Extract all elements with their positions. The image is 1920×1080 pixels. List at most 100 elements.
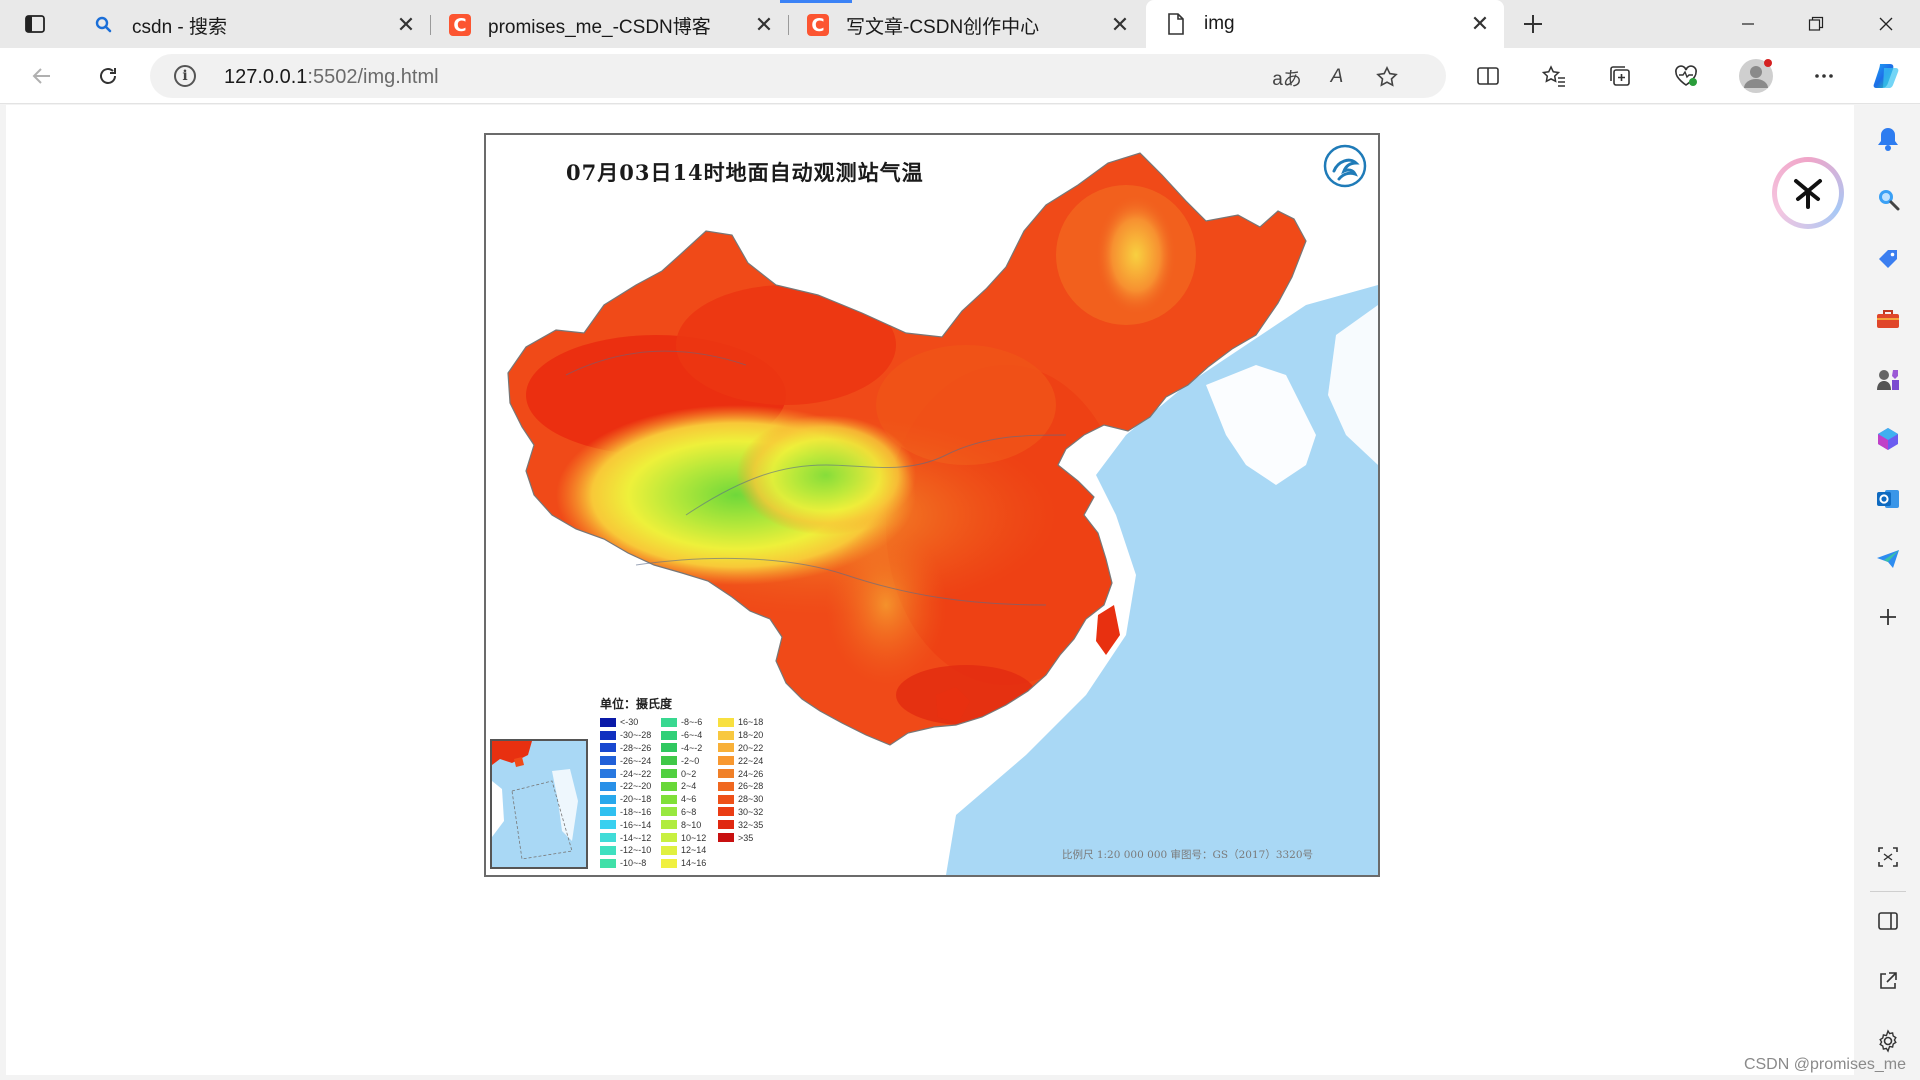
screenshot-icon[interactable] xyxy=(1874,843,1902,871)
legend-label: 22~24 xyxy=(738,755,764,766)
search-sidebar-icon[interactable] xyxy=(1874,185,1902,213)
legend-swatch xyxy=(661,743,677,753)
browser-essentials-button[interactable] xyxy=(1668,58,1704,94)
url-text[interactable]: 127.0.0.1:5502/img.html xyxy=(224,66,439,89)
favorite-star-icon[interactable] xyxy=(1372,62,1402,92)
tab-actions-menu-button[interactable] xyxy=(16,8,54,40)
tab-csdn-search[interactable]: csdn - 搜索 ✕ xyxy=(74,6,431,44)
add-sidebar-app-button[interactable] xyxy=(1874,603,1902,631)
tools-briefcase-icon[interactable] xyxy=(1874,305,1902,333)
legend-title: 单位：摄氏度 xyxy=(600,697,673,711)
csdn-watermark: CSDN @promises_me xyxy=(1743,1056,1906,1073)
tab-close-icon[interactable]: ✕ xyxy=(1108,12,1132,37)
legend-swatch xyxy=(661,820,677,830)
legend-swatch xyxy=(718,833,734,843)
legend-swatch xyxy=(600,794,616,804)
back-button[interactable] xyxy=(24,58,60,94)
sidebar-layout-icon[interactable] xyxy=(1874,907,1902,935)
refresh-button[interactable] xyxy=(90,58,126,94)
notifications-bell-icon[interactable] xyxy=(1874,125,1902,153)
legend-item: -4~-2 xyxy=(661,742,718,755)
legend-label: 8~10 xyxy=(681,819,702,830)
legend-item: 20~22 xyxy=(718,742,775,755)
legend-label: 6~8 xyxy=(681,806,697,817)
legend-item: 24~26 xyxy=(718,767,775,780)
legend-swatch xyxy=(661,807,677,817)
assistant-logo-icon xyxy=(1794,179,1822,209)
legend-item: 8~10 xyxy=(661,818,718,831)
legend-label: 26~28 xyxy=(738,781,764,792)
restore-button[interactable] xyxy=(1782,0,1850,48)
sidebar-divider xyxy=(1870,891,1906,892)
cma-logo-icon xyxy=(1322,143,1368,189)
legend-item: 14~16 xyxy=(661,857,718,870)
address-bar[interactable]: i 127.0.0.1:5502/img.html aあ A xyxy=(150,54,1446,98)
plus-icon xyxy=(1524,15,1542,33)
legend-swatch xyxy=(600,717,616,727)
tab-close-icon[interactable]: ✕ xyxy=(1468,11,1492,36)
legend-label: 4~6 xyxy=(681,794,697,805)
new-tab-button[interactable] xyxy=(1516,8,1550,40)
games-icon[interactable] xyxy=(1874,365,1902,393)
outlook-icon[interactable] xyxy=(1874,485,1902,513)
split-screen-button[interactable] xyxy=(1470,58,1506,94)
edge-sidebar xyxy=(1856,105,1920,1080)
read-aloud-icon[interactable]: A xyxy=(1322,62,1352,92)
legend-label: 18~20 xyxy=(738,730,764,741)
tab-img[interactable]: img ✕ xyxy=(1146,0,1504,48)
legend-item: <-30 xyxy=(600,716,661,729)
microsoft-365-icon[interactable] xyxy=(1874,425,1902,453)
temperature-map-image: 07月03日14时地面自动观测站气温 单位：摄氏度 <-30 -30~-28 -28… xyxy=(484,133,1380,877)
sidebar-settings-gear-icon[interactable] xyxy=(1874,1027,1902,1055)
legend-item: 2~4 xyxy=(661,780,718,793)
floating-assistant-button[interactable] xyxy=(1772,157,1844,229)
legend-swatch xyxy=(718,794,734,804)
legend-item: 10~12 xyxy=(661,831,718,844)
legend-swatch xyxy=(600,845,616,855)
back-arrow-icon xyxy=(32,68,50,84)
csdn-logo-icon: C xyxy=(806,13,830,37)
tab-title: promises_me_-CSDN博客 xyxy=(488,16,711,38)
legend-item: -22~-20 xyxy=(600,780,661,793)
legend-item: 12~14 xyxy=(661,844,718,857)
legend-swatch xyxy=(600,769,616,779)
collections-button[interactable] xyxy=(1602,58,1638,94)
minimize-button[interactable] xyxy=(1714,0,1782,48)
map-scale-note: 比例尺 1:20 000 000 审图号：GS（2017）3320号 xyxy=(1062,849,1314,861)
profile-avatar[interactable] xyxy=(1736,56,1776,96)
legend-label: 32~35 xyxy=(738,819,764,830)
legend-swatch xyxy=(600,820,616,830)
close-window-button[interactable] xyxy=(1852,0,1920,48)
url-path: :5502/img.html xyxy=(307,66,439,88)
site-info-icon[interactable]: i xyxy=(174,65,196,87)
legend-label: 10~12 xyxy=(681,832,707,843)
open-external-icon[interactable] xyxy=(1874,967,1902,995)
legend-label: -8~-6 xyxy=(681,717,703,728)
settings-more-button[interactable] xyxy=(1806,58,1842,94)
legend-item: -6~-4 xyxy=(661,729,718,742)
legend-label: -16~-14 xyxy=(620,819,652,830)
legend-label: -26~-24 xyxy=(620,755,652,766)
legend-label: -18~-16 xyxy=(620,806,652,817)
copilot-button[interactable] xyxy=(1868,58,1904,94)
map-legend: 单位：摄氏度 <-30 -30~-28 -28~-26 -26~-24 -24~-22 -… xyxy=(600,695,775,870)
legend-swatch xyxy=(661,794,677,804)
south-china-sea-inset xyxy=(490,739,588,869)
legend-label: -10~-8 xyxy=(620,858,647,869)
send-paper-plane-icon[interactable] xyxy=(1874,545,1902,573)
legend-label: -20~-18 xyxy=(620,794,652,805)
shopping-tag-icon[interactable] xyxy=(1874,245,1902,273)
legend-swatch xyxy=(661,756,677,766)
tab-csdn-blog[interactable]: C promises_me_-CSDN博客 ✕ xyxy=(430,6,789,44)
favorites-button[interactable] xyxy=(1536,58,1572,94)
legend-label: 20~22 xyxy=(738,742,764,753)
legend-swatch xyxy=(661,845,677,855)
legend-swatch xyxy=(718,743,734,753)
tab-csdn-write[interactable]: C 写文章-CSDN创作中心 ✕ xyxy=(788,6,1144,44)
tab-close-icon[interactable]: ✕ xyxy=(394,12,418,37)
legend-swatch xyxy=(661,717,677,727)
legend-swatch xyxy=(661,781,677,791)
tab-close-icon[interactable]: ✕ xyxy=(752,12,776,37)
legend-grid: <-30 -30~-28 -28~-26 -26~-24 -24~-22 -22~-20 -… xyxy=(600,716,775,870)
translate-icon[interactable]: aあ xyxy=(1272,62,1302,92)
